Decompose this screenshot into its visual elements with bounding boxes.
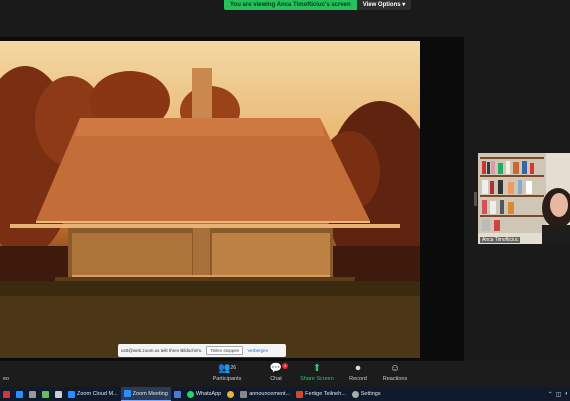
app-icon [16, 390, 23, 398]
video-button[interactable]: eo [0, 363, 12, 382]
zoom-icon [68, 390, 75, 398]
network-icon[interactable]: ◫ [556, 391, 562, 398]
chrome-icon [227, 390, 235, 398]
taskbar-item-announcement[interactable]: announcement... [237, 387, 293, 401]
share-screen-button[interactable]: ⬆ Share Screen [298, 363, 336, 382]
share-screen-label: Share Screen [300, 376, 334, 382]
share-notice-text: us0@web.zoom.us teilt Ihren Bildschirm. [121, 348, 203, 353]
reactions-icon: ☺ [389, 363, 401, 374]
house-render-image [0, 66, 420, 358]
taskbar-pinned-1[interactable] [13, 387, 26, 401]
taskbar-label: Fertige Teilneh... [305, 391, 346, 397]
taskbar-label: announcement... [249, 391, 291, 397]
app-icon [173, 390, 181, 398]
share-banner: You are viewing Anca Timofticiuc's scree… [224, 0, 412, 10]
viewing-screen-label: You are viewing Anca Timofticiuc's scree… [224, 0, 357, 10]
windows-taskbar: Zoom Cloud M... Zoom Meeting WhatsApp an… [0, 387, 570, 401]
reactions-label: Reactions [382, 376, 408, 382]
hide-button[interactable]: Verbergen [247, 348, 268, 353]
gear-icon [351, 390, 359, 398]
system-tray[interactable]: ⌃ ◫ ◖ [548, 391, 570, 398]
stop-sharing-button[interactable]: Teilen stoppen [206, 346, 244, 355]
shared-screen-frame-right [420, 37, 464, 361]
participants-label: Participants [212, 376, 242, 382]
share-notice: us0@web.zoom.us teilt Ihren Bildschirm. … [118, 344, 286, 357]
view-options-button[interactable]: View Options ▾ [356, 0, 412, 10]
taskbar-item-zoom-meeting[interactable]: Zoom Meeting [120, 387, 171, 401]
tray-chevron-icon[interactable]: ⌃ [548, 391, 553, 398]
volume-icon[interactable]: ◖ [564, 391, 568, 398]
record-icon: ⏺ [355, 363, 361, 374]
taskbar-item-zoom-cloud[interactable]: Zoom Cloud M... [65, 387, 121, 401]
video-label: eo [2, 376, 10, 382]
taskbar-pinned-6[interactable] [224, 387, 237, 401]
participants-button[interactable]: 👥26 Participants [210, 363, 244, 382]
taskbar-label: WhatsApp [195, 391, 222, 397]
start-button[interactable] [0, 387, 13, 401]
panel-resize-handle[interactable] [474, 192, 477, 206]
document-icon [240, 390, 248, 398]
app-icon [55, 390, 62, 398]
app-icon [42, 390, 49, 398]
whatsapp-icon [186, 390, 194, 398]
app-icon [3, 390, 10, 398]
zoom-icon [123, 390, 131, 397]
taskbar-pinned-2[interactable] [26, 387, 39, 401]
taskbar-pinned-4[interactable] [52, 387, 65, 401]
taskbar-label: Zoom Cloud M... [77, 391, 118, 397]
meeting-toolbar: eo 👥26 Participants 💬 4 Chat ⬆ Share Scre… [0, 361, 570, 387]
record-label: Record [349, 376, 367, 382]
participants-count: 26 [230, 365, 236, 371]
record-button[interactable]: ⏺ Record [347, 363, 369, 382]
participant-video-image [478, 153, 570, 244]
taskbar-item-settings[interactable]: Settings [349, 387, 384, 401]
share-screen-icon: ⬆ [312, 363, 322, 374]
taskbar-label: Zoom Meeting [132, 390, 168, 397]
chat-button[interactable]: 💬 4 Chat [266, 363, 288, 382]
chat-icon: 💬 4 [269, 363, 288, 374]
chat-label: Chat [270, 376, 282, 382]
participant-name: Anca Timofticiuc [480, 237, 521, 243]
taskbar-item-whatsapp[interactable]: WhatsApp [184, 387, 224, 401]
shared-screen-image [0, 41, 420, 358]
participants-icon: 👥26 [217, 363, 236, 374]
chat-badge: 4 [282, 363, 288, 369]
taskbar-pinned-5[interactable] [171, 387, 184, 401]
taskbar-label: Settings [360, 391, 381, 397]
participant-video[interactable]: Anca Timofticiuc [478, 153, 570, 244]
app-icon [29, 390, 36, 398]
video-icon [0, 363, 12, 374]
reactions-button[interactable]: ☺ Reactions [381, 363, 409, 382]
taskbar-item-fertige[interactable]: Fertige Teilneh... [293, 387, 349, 401]
taskbar-pinned-3[interactable] [39, 387, 52, 401]
powerpoint-icon [296, 390, 304, 398]
